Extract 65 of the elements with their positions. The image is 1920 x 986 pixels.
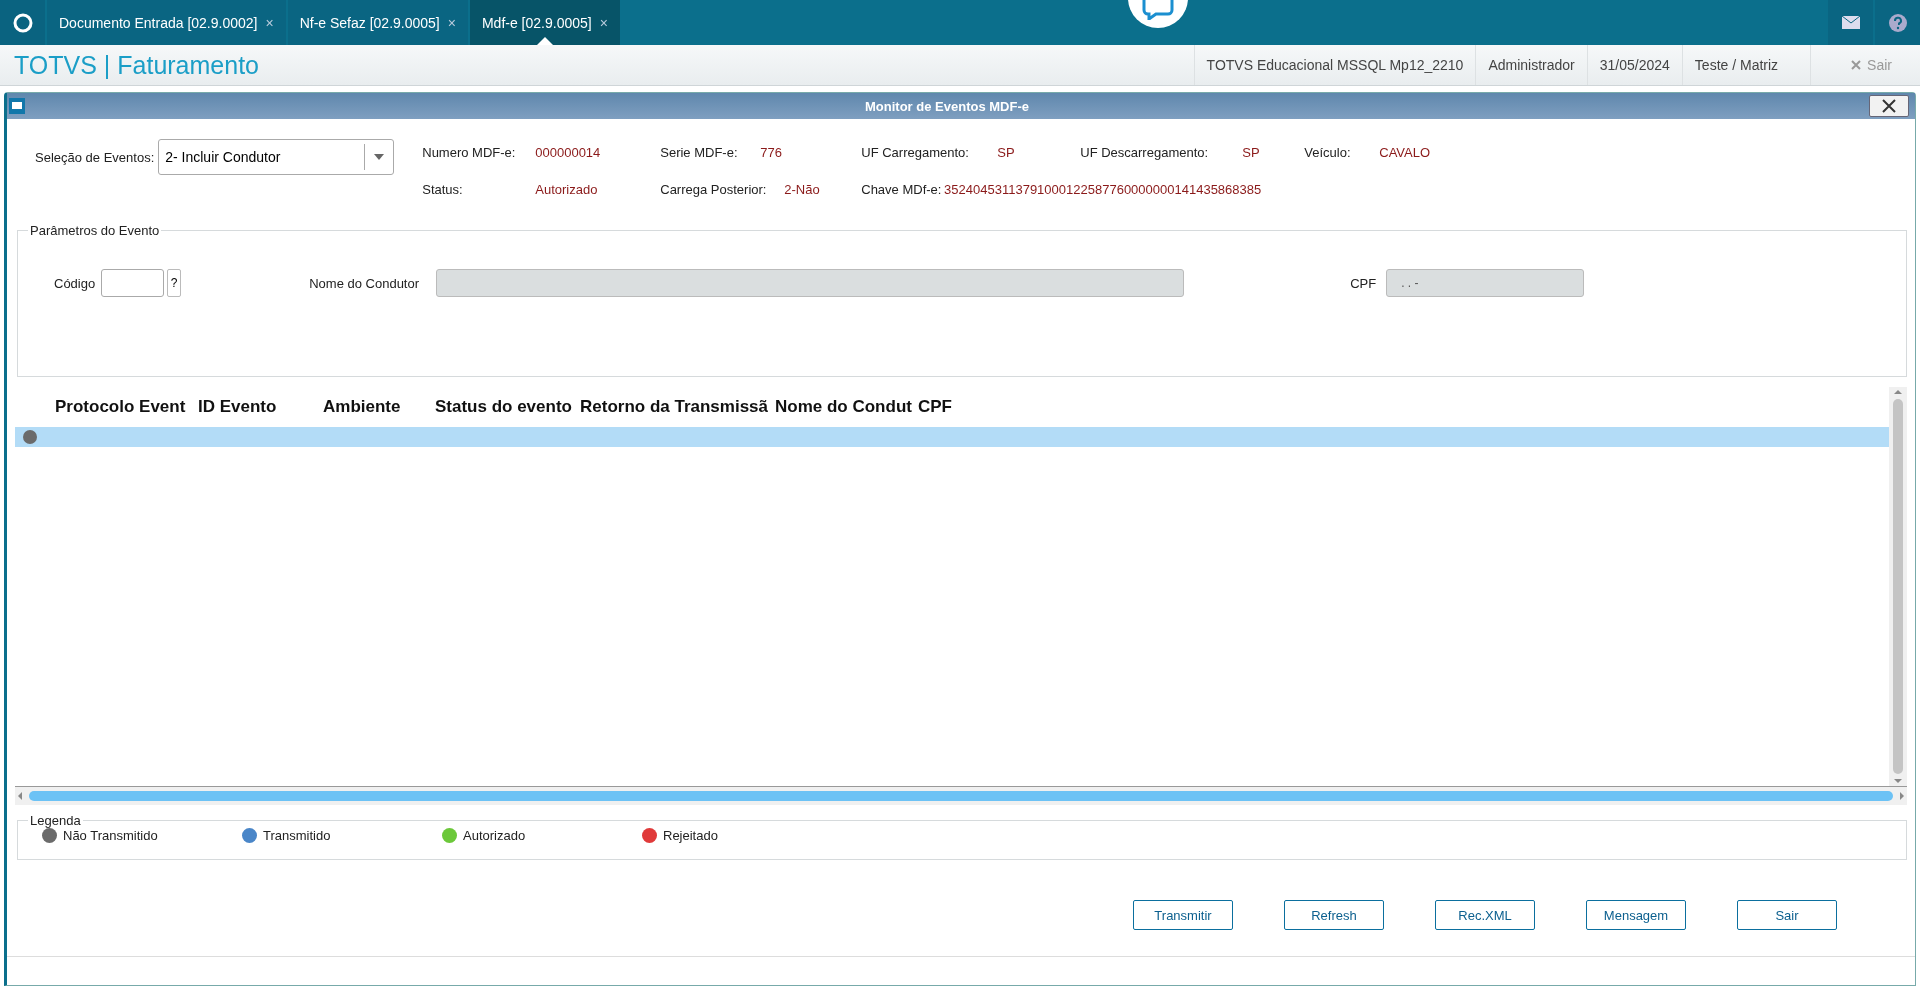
tab[interactable]: Nf-e Sefaz [02.9.0005] ×: [287, 0, 468, 45]
legend-label: Transmitido: [263, 828, 331, 843]
action-button[interactable]: Sair: [1737, 900, 1837, 930]
close-button[interactable]: [1869, 95, 1909, 117]
close-icon: [1881, 99, 1897, 113]
info-label: UF Descarregamento:: [1080, 145, 1210, 160]
info-label: Chave MDf-e:: [861, 182, 943, 197]
info-value: CAVALO: [1379, 145, 1431, 160]
app-title: TOTVS | Faturamento: [13, 50, 260, 80]
action-button[interactable]: Refresh: [1284, 900, 1384, 930]
window-title: Monitor de Eventos MDF-e: [864, 98, 1030, 114]
column-header[interactable]: Status do evento: [435, 397, 580, 417]
info-label: Numero MDF-e:: [422, 145, 517, 160]
scroll-up-icon[interactable]: [1893, 387, 1903, 397]
info-label: UF Carregamento:: [861, 145, 970, 160]
horizontal-scrollbar[interactable]: [15, 786, 1907, 805]
column-header[interactable]: Retorno da Transmissã: [580, 397, 775, 417]
field-label: Seleção de Eventos:: [35, 149, 155, 165]
info-value: 2-Não: [784, 182, 820, 197]
mail-icon[interactable]: [1828, 0, 1873, 45]
info-label: Status:: [422, 182, 464, 197]
field-label: Nome do Condutor: [309, 275, 421, 291]
info-label: Carrega Posterior:: [660, 182, 768, 197]
info-value: Autorizado: [535, 182, 598, 197]
help-icon[interactable]: [1875, 0, 1920, 45]
tab[interactable]: Mdf-e [02.9.0005] ×: [469, 0, 620, 45]
close-icon[interactable]: ×: [265, 14, 274, 31]
logo-icon[interactable]: [0, 0, 45, 45]
info-value: 776: [760, 145, 782, 160]
event-select[interactable]: 2- Incluir Condutor: [158, 139, 395, 175]
legend-label: Não Transmitido: [63, 828, 158, 843]
code-field[interactable]: [101, 269, 165, 297]
header-info: Teste / Matriz: [1681, 45, 1791, 85]
header-info: 31/05/2024: [1586, 45, 1682, 85]
info-value: SP: [1242, 145, 1260, 160]
close-icon[interactable]: ×: [599, 14, 608, 31]
tab[interactable]: Documento Entrada [02.9.0002] ×: [47, 0, 286, 45]
caret-icon: [374, 154, 385, 160]
vertical-scrollbar[interactable]: [1889, 387, 1907, 786]
header-info: TOTVS Educacional MSSQL Mp12_2210: [1193, 45, 1476, 85]
action-button[interactable]: Transmitir: [1133, 900, 1233, 930]
column-header[interactable]: CPF: [918, 397, 978, 417]
info-label: Serie MDF-e:: [660, 145, 739, 160]
window-icon: [9, 98, 25, 114]
section-title: Parâmetros do Evento: [29, 223, 161, 238]
field-label: Código: [54, 275, 96, 291]
column-header[interactable]: Nome do Condut: [775, 397, 918, 417]
info-value: 000000014: [535, 145, 601, 160]
info-value: 35240453113791000122587760000000141435868385: [944, 182, 1262, 197]
info-label: Veículo:: [1304, 145, 1352, 160]
lookup-button[interactable]: ?: [167, 269, 182, 297]
close-icon[interactable]: ×: [447, 14, 456, 31]
action-button[interactable]: Rec.XML: [1435, 900, 1535, 930]
close-icon: [1851, 60, 1862, 70]
legend-label: Rejeitado: [663, 828, 718, 843]
info-value: SP: [997, 145, 1015, 160]
section-title: Legenda: [29, 813, 82, 828]
legend-label: Autorizado: [463, 828, 526, 843]
header-info: Administrador: [1475, 45, 1587, 85]
action-button[interactable]: Mensagem: [1586, 900, 1686, 930]
column-header[interactable]: Protocolo Event: [55, 397, 198, 417]
column-header[interactable]: ID Evento: [198, 397, 323, 417]
field-label: CPF: [1350, 275, 1378, 291]
column-header[interactable]: Ambiente: [323, 397, 435, 417]
scroll-right-icon[interactable]: [1897, 791, 1907, 801]
